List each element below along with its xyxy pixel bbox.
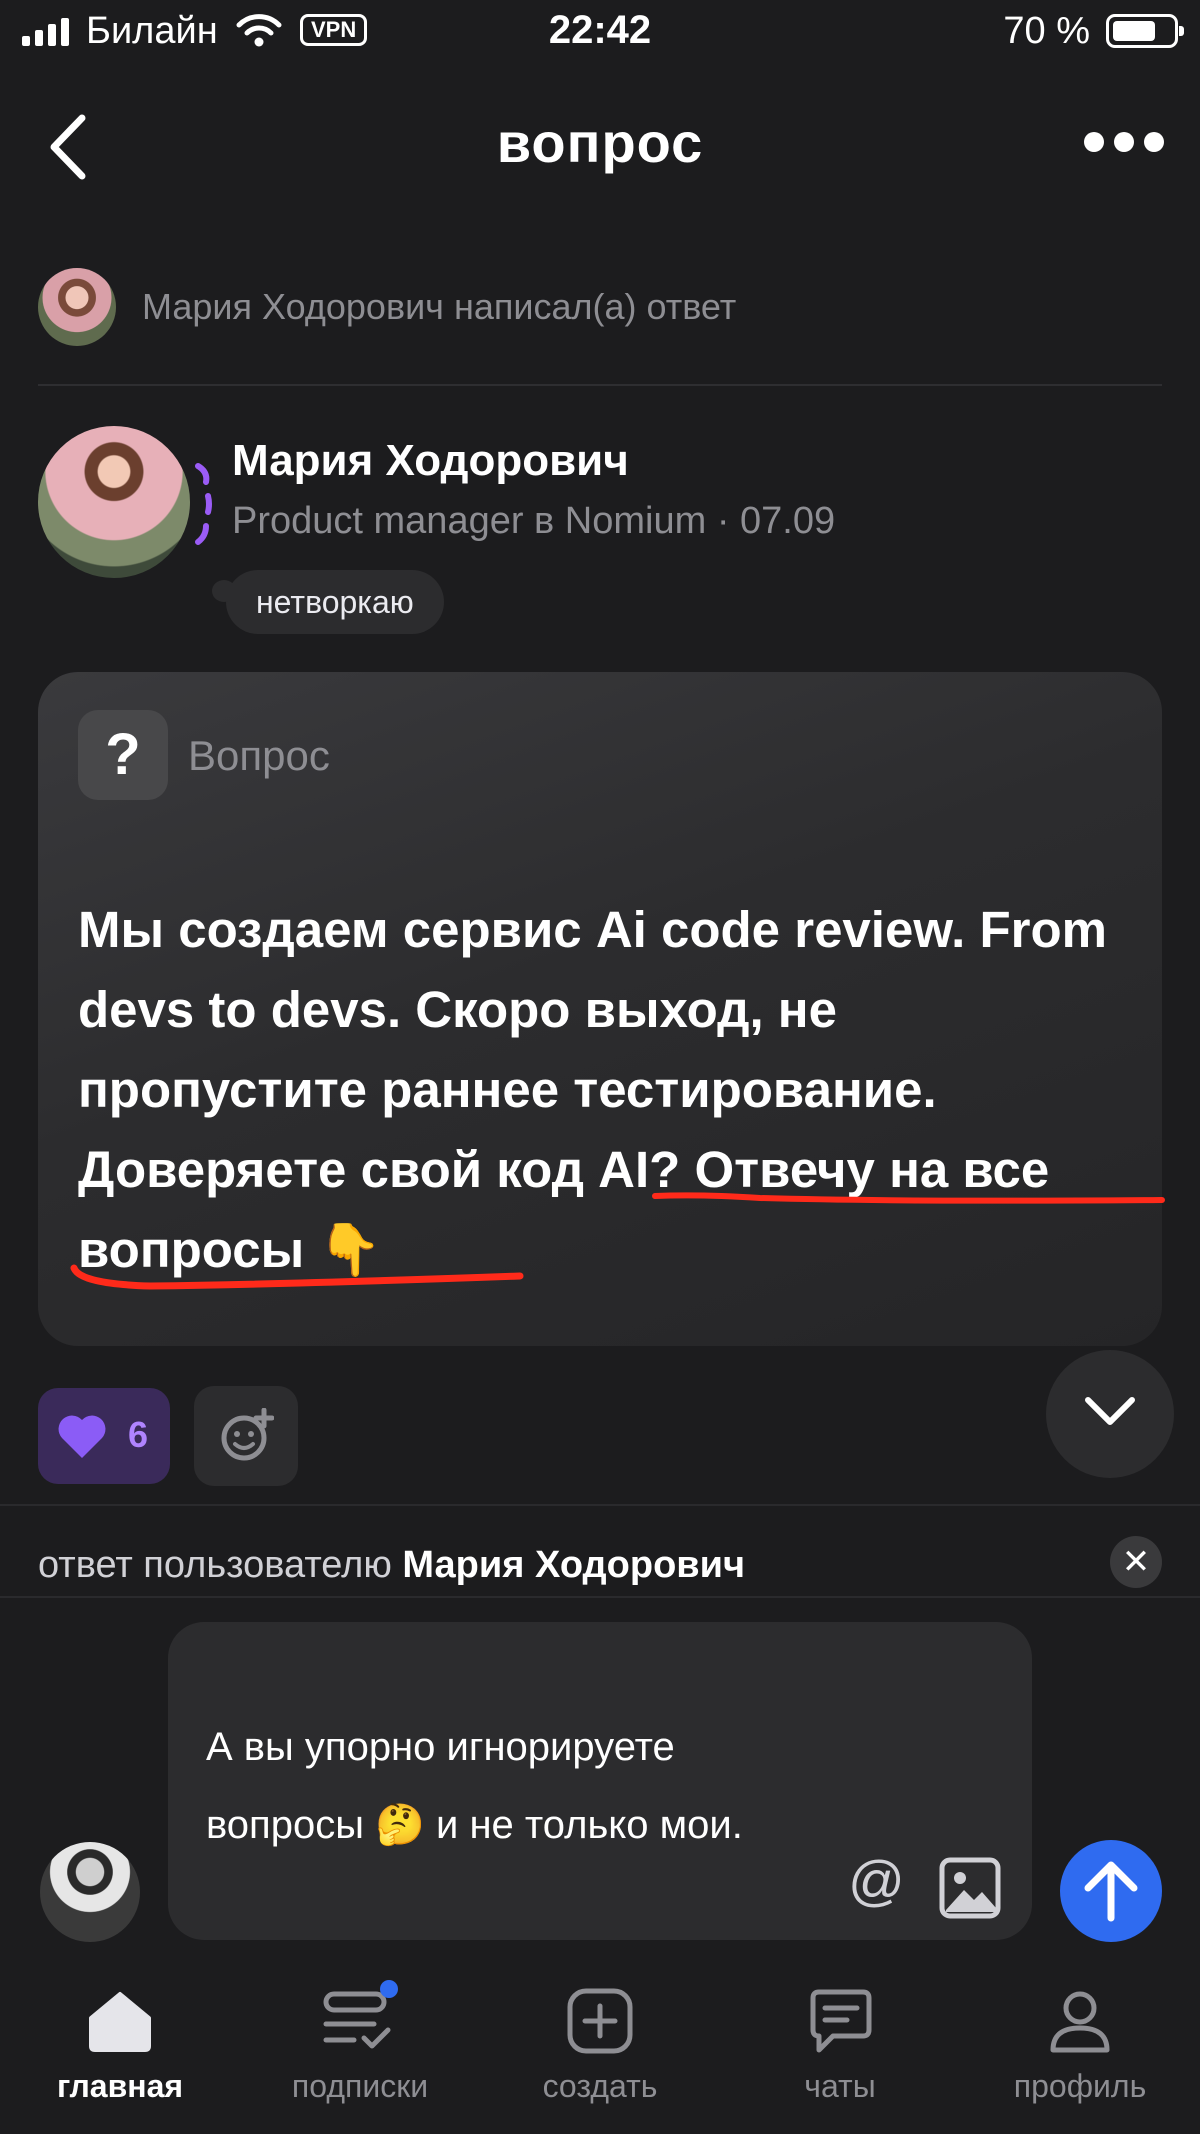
battery-percent: 70 % [1003, 10, 1090, 52]
question-icon: ? [78, 710, 168, 800]
like-reaction-button[interactable]: 6 [38, 1388, 170, 1484]
more-dot-icon [1084, 132, 1104, 152]
tab-profile[interactable]: профиль [970, 1970, 1190, 2105]
mention-icon[interactable]: @ [848, 1848, 905, 1913]
send-button[interactable] [1060, 1840, 1162, 1942]
tab-bar: главная подписки создать чаты профиль [0, 1970, 1200, 2134]
author-meta: Product manager в Nomium · 07.09 [232, 500, 836, 542]
notification-dot [380, 1980, 398, 1998]
author-avatar[interactable] [38, 426, 190, 578]
author-name[interactable]: Мария Ходорович [232, 436, 629, 486]
divider [38, 384, 1162, 386]
tab-create[interactable]: создать [490, 1970, 710, 2105]
reply-context-text: ответ пользователю Мария Ходорович [38, 1544, 745, 1587]
divider [0, 1504, 1200, 1506]
question-text: Мы создаем сервис Ai code review. From d… [78, 901, 1107, 1278]
scroll-down-button[interactable] [1046, 1350, 1174, 1478]
close-reply-button[interactable]: ✕ [1110, 1536, 1162, 1588]
answer-notification[interactable]: Мария Ходорович написал(а) ответ [38, 268, 1162, 348]
question-label: Вопрос [188, 732, 330, 779]
like-count: 6 [128, 1414, 149, 1455]
reply-target-name: Мария Ходорович [402, 1544, 746, 1586]
tab-label: подписки [291, 2068, 429, 2104]
tab-label: главная [56, 2068, 184, 2104]
tab-home[interactable]: главная [10, 1970, 230, 2105]
divider [0, 1596, 1200, 1598]
notification-avatar [38, 268, 116, 346]
question-card: ? Вопрос Мы создаем сервис Ai code revie… [38, 672, 1162, 1346]
status-bar: Билайн VPN 22:42 70 % [0, 0, 1200, 66]
home-icon [89, 1992, 151, 2052]
create-icon [567, 1988, 633, 2054]
more-options-button[interactable] [1084, 132, 1164, 152]
tab-subscriptions[interactable]: подписки [250, 1970, 470, 2105]
tab-label: создать [542, 2068, 658, 2104]
header: вопрос [0, 90, 1200, 200]
battery-icon [1106, 14, 1184, 48]
image-attach-icon[interactable] [938, 1856, 1002, 1920]
reply-context-bar: ответ пользователю Мария Ходорович ✕ [38, 1536, 1162, 1596]
story-ring-icon [195, 463, 212, 545]
page-title: вопрос [496, 111, 704, 174]
tab-label: профиль [1013, 2068, 1147, 2104]
reply-input[interactable]: А вы упорно игнорируете вопросы 🤔 и не т… [168, 1622, 1032, 1940]
add-reaction-button[interactable] [194, 1386, 298, 1486]
arrow-up-icon [1084, 1861, 1138, 1922]
tab-chats[interactable]: чаты [730, 1970, 950, 2105]
add-emoji-icon [221, 1408, 274, 1461]
more-dot-icon [1144, 132, 1164, 152]
tab-label: чаты [804, 2068, 876, 2104]
reply-prefix: ответ пользователю [38, 1544, 403, 1586]
chat-icon [810, 1989, 872, 2053]
notification-text: Мария Ходорович написал(а) ответ [142, 286, 737, 327]
my-avatar[interactable] [40, 1842, 140, 1942]
author-status-bubble: нетворкаю [212, 570, 444, 634]
reply-input-text[interactable]: А вы упорно игнорируете вопросы 🤔 и не т… [206, 1708, 766, 1864]
more-dot-icon [1114, 132, 1134, 152]
profile-icon [1050, 1991, 1110, 2053]
chevron-down-icon [1085, 1397, 1135, 1425]
heart-icon [58, 1415, 106, 1458]
